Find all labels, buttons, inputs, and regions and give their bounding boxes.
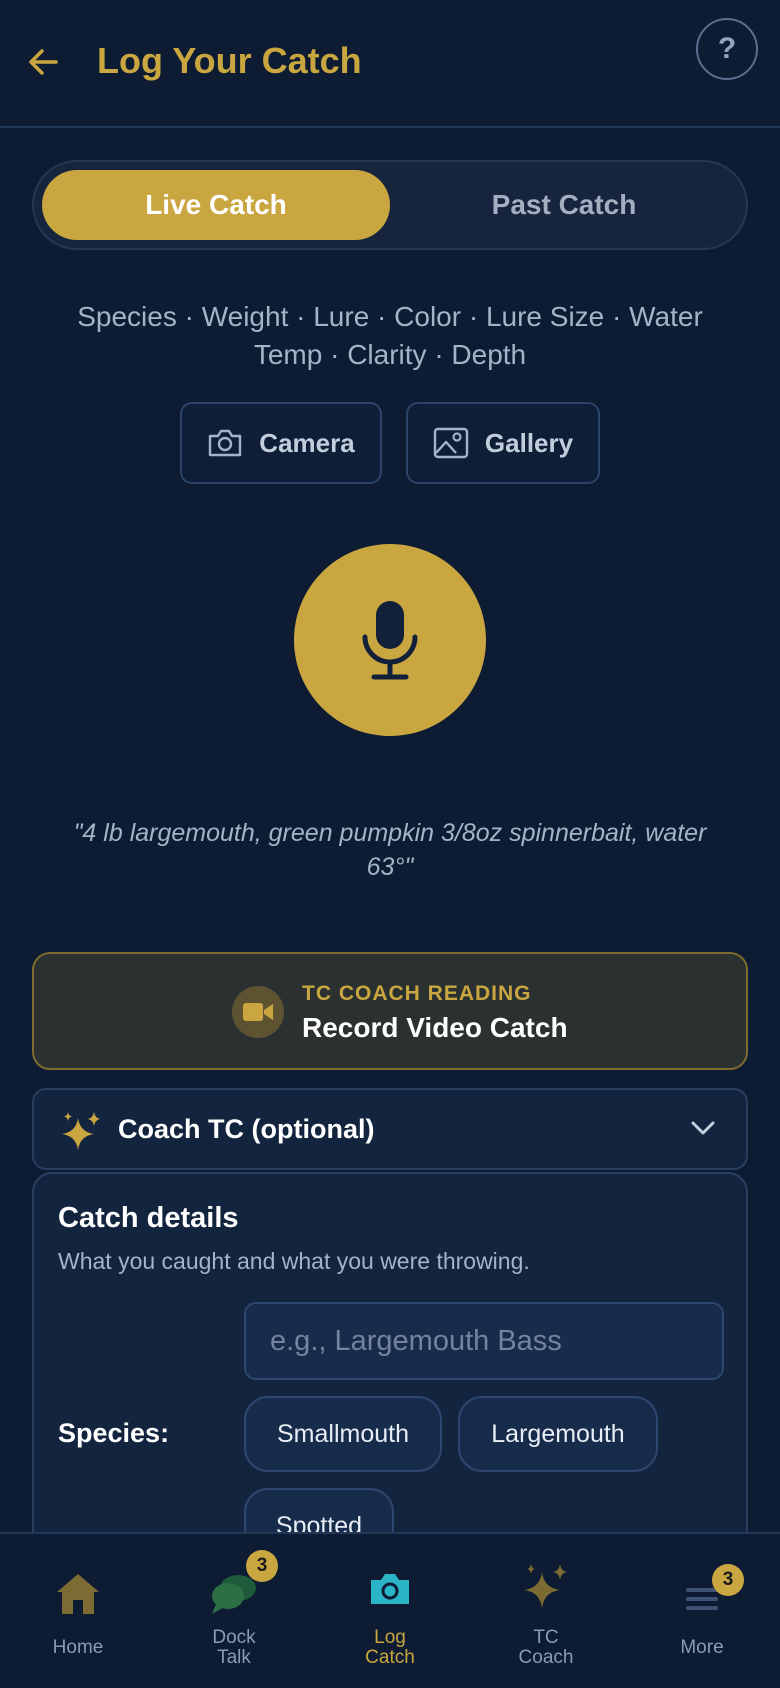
voice-record-button[interactable] (294, 544, 486, 736)
page-title: Log Your Catch (97, 40, 362, 81)
nav-tc-coach-label: TC Coach (518, 1627, 574, 1668)
species-chip-smallmouth[interactable]: Smallmouth (244, 1396, 442, 1472)
bottom-navigation: Home 3 Dock Talk Log Catch TC Coach 3 Mo… (0, 1532, 780, 1688)
species-label: Species: (58, 1418, 170, 1448)
microphone-icon (362, 601, 418, 680)
nav-more[interactable]: 3 More (624, 1534, 780, 1688)
chat-icon (212, 1575, 256, 1614)
dock-talk-badge: 3 (246, 1550, 278, 1582)
sparkle-icon (62, 1112, 100, 1150)
camera-icon (209, 429, 242, 457)
past-catch-tab[interactable]: Past Catch (390, 170, 738, 240)
nav-log-catch-label: Log Catch (365, 1627, 415, 1668)
more-badge: 3 (712, 1564, 744, 1596)
sparkle-icon (524, 1564, 567, 1608)
gallery-button[interactable]: Gallery (406, 402, 600, 484)
home-icon (57, 1574, 99, 1614)
video-card-title: Record Video Catch (302, 1012, 568, 1043)
nav-home[interactable]: Home (0, 1534, 156, 1688)
nav-tc-coach[interactable]: TC Coach (468, 1534, 624, 1688)
help-button[interactable]: ? (696, 18, 758, 80)
catch-mode-toggle: Live Catch Past Catch (32, 160, 748, 250)
nav-dock-talk[interactable]: 3 Dock Talk (156, 1534, 312, 1688)
nav-more-label: More (680, 1637, 724, 1658)
camera-label: Camera (259, 427, 355, 458)
nav-dock-talk-label: Dock Talk (212, 1627, 256, 1668)
chevron-down-icon (691, 1121, 715, 1135)
nav-home-label: Home (52, 1637, 104, 1658)
record-video-card[interactable]: TC COACH READING Record Video Catch (32, 952, 748, 1070)
fields-hint: Species · Weight · Lure · Color · Lure S… (77, 301, 703, 370)
app-header: Log Your Catch ? (0, 0, 780, 128)
back-arrow-icon[interactable] (26, 44, 62, 80)
image-icon (433, 427, 469, 459)
species-input[interactable] (244, 1302, 724, 1380)
camera-icon (371, 1574, 409, 1604)
live-catch-tab[interactable]: Live Catch (42, 170, 390, 240)
coach-tc-label: Coach TC (optional) (118, 1114, 375, 1144)
catch-details-title: Catch details (58, 1202, 239, 1234)
catch-details-subtitle: What you caught and what you were throwi… (58, 1248, 530, 1274)
nav-log-catch[interactable]: Log Catch (312, 1534, 468, 1688)
voice-example-text: "4 lb largemouth, green pumpkin 3/8oz sp… (73, 819, 707, 881)
species-chip-largemouth[interactable]: Largemouth (458, 1396, 658, 1472)
coach-tc-collapsible[interactable]: Coach TC (optional) (32, 1088, 748, 1170)
video-card-eyebrow: TC COACH READING (302, 982, 532, 1005)
video-icon (232, 986, 284, 1038)
camera-button[interactable]: Camera (180, 402, 382, 484)
gallery-label: Gallery (484, 427, 574, 458)
